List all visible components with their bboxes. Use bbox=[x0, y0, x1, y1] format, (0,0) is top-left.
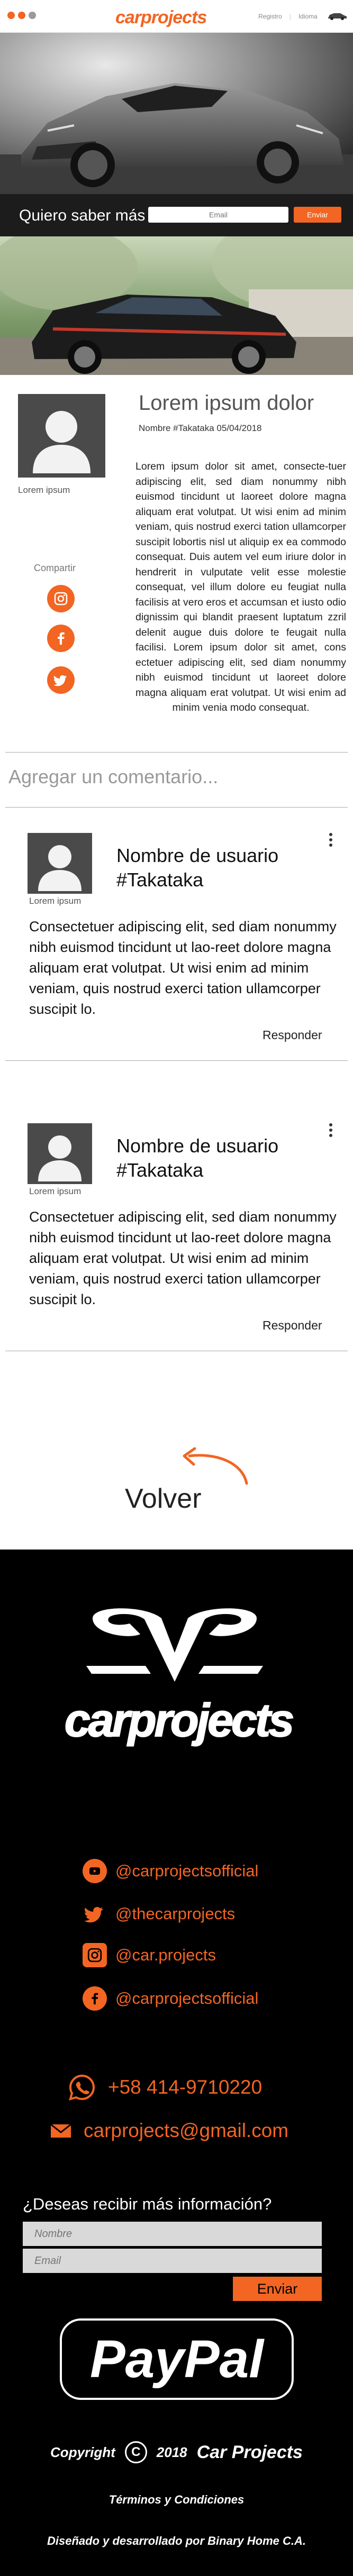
copyright-company: Car Projects bbox=[196, 2442, 303, 2462]
comment-handle: #Takataka bbox=[116, 869, 204, 891]
divider bbox=[5, 752, 348, 753]
article-title: Lorem ipsum dolor bbox=[139, 391, 314, 415]
share-twitter-icon[interactable] bbox=[47, 666, 75, 694]
youtube-link[interactable]: @carprojectsofficial bbox=[83, 1859, 258, 1883]
divider bbox=[5, 1060, 348, 1061]
add-comment-input[interactable]: Agregar un comentario... bbox=[8, 766, 218, 788]
comment-avatar bbox=[28, 833, 92, 894]
carprojects-emblem-icon bbox=[86, 1608, 263, 1682]
user-icon bbox=[38, 1135, 82, 1181]
comment-avatar bbox=[28, 1123, 92, 1184]
user-icon bbox=[38, 845, 82, 891]
footer-brand-logo: carprojects bbox=[64, 1693, 295, 1747]
back-button[interactable]: Volver bbox=[125, 1483, 202, 1515]
user-icon bbox=[33, 411, 90, 473]
language-link[interactable]: Idioma bbox=[298, 13, 318, 20]
author-avatar bbox=[18, 394, 105, 478]
phone-link[interactable]: +58 414-9710220 bbox=[68, 2073, 262, 2102]
subscribe-question: Quiero saber más bbox=[19, 207, 146, 224]
top-links: Registro | Idioma bbox=[258, 13, 318, 20]
page: carprojects Registro | Idioma Quiero sab… bbox=[0, 0, 353, 2576]
share-label: Compartir bbox=[34, 563, 76, 573]
comment-avatar-caption: Lorem ipsum bbox=[29, 896, 82, 906]
comment-body: Consectetuer adipiscing elit, sed diam n… bbox=[29, 919, 337, 1017]
article-meta: Nombre #Takataka 05/04/2018 bbox=[139, 423, 262, 433]
comment-username: Nombre de usuario bbox=[116, 845, 279, 866]
subscribe-bar: Quiero saber más Enviar bbox=[0, 194, 353, 236]
terms-link[interactable]: Términos y Condiciones bbox=[0, 2493, 353, 2507]
car-icon bbox=[328, 13, 347, 20]
twitter-link[interactable]: @thecarprojects bbox=[83, 1902, 235, 1926]
paypal-button[interactable]: PayPal bbox=[60, 2318, 294, 2400]
footer-send-button[interactable]: Enviar bbox=[233, 2277, 322, 2301]
phone-number: +58 414-9710220 bbox=[108, 2076, 263, 2098]
hero-image-car bbox=[0, 33, 353, 194]
subscribe-email-input[interactable] bbox=[148, 207, 288, 223]
footer: carprojects @carprojectsofficial @thecar… bbox=[0, 1550, 353, 2576]
footer-name-input[interactable] bbox=[23, 2222, 322, 2246]
credits-text: Diseñado y desarrollado por Binary Home … bbox=[47, 2534, 306, 2547]
top-navbar: carprojects Registro | Idioma bbox=[0, 0, 353, 33]
share-instagram-icon[interactable] bbox=[47, 585, 75, 612]
instagram-link[interactable]: @car.projects bbox=[83, 1943, 216, 1967]
facebook-handle: @carprojectsofficial bbox=[115, 1989, 259, 2007]
comment-handle: #Takataka bbox=[116, 1159, 204, 1181]
reply-button[interactable]: Responder bbox=[263, 1028, 322, 1042]
email-address: carprojects@gmail.com bbox=[84, 2120, 289, 2141]
comment-avatar-caption: Lorem ipsum bbox=[29, 1186, 82, 1196]
register-link[interactable]: Registro bbox=[258, 13, 282, 20]
instagram-handle: @car.projects bbox=[115, 1946, 216, 1964]
facebook-link[interactable]: @carprojectsofficial bbox=[83, 1986, 258, 2011]
footer-question: ¿Deseas recibir más información? bbox=[23, 2195, 272, 2213]
more-options-icon[interactable] bbox=[328, 831, 333, 852]
comment-username: Nombre de usuario bbox=[116, 1135, 279, 1157]
back-arrow-icon[interactable] bbox=[174, 1446, 253, 1488]
twitter-handle: @thecarprojects bbox=[115, 1904, 236, 1923]
facebook-icon bbox=[83, 1986, 107, 2011]
copyright-line: Copyright C 2018 Car Projects bbox=[0, 2441, 353, 2463]
mail-icon bbox=[50, 2123, 71, 2138]
subscribe-send-button[interactable]: Enviar bbox=[294, 207, 341, 223]
comment-body: Consectetuer adipiscing elit, sed diam n… bbox=[29, 1209, 337, 1307]
copyright-icon: C bbox=[124, 2441, 147, 2463]
whatsapp-icon bbox=[69, 2074, 95, 2101]
copyright-year: 2018 bbox=[156, 2444, 187, 2460]
share-facebook-icon[interactable] bbox=[47, 625, 75, 652]
instagram-icon bbox=[83, 1943, 107, 1967]
divider bbox=[5, 807, 348, 808]
twitter-icon bbox=[83, 1902, 107, 1926]
menu-dots-icon[interactable] bbox=[7, 12, 36, 19]
hero-image-mustang bbox=[0, 236, 353, 375]
author-caption: Lorem ipsum bbox=[18, 485, 70, 495]
brand-logo[interactable]: carprojects bbox=[115, 7, 207, 28]
more-options-icon[interactable] bbox=[328, 1122, 333, 1143]
youtube-handle: @carprojectsofficial bbox=[115, 1862, 259, 1880]
youtube-icon bbox=[83, 1859, 107, 1883]
article-body: Lorem ipsum dolor sit amet, consecte-tue… bbox=[135, 461, 346, 713]
reply-button[interactable]: Responder bbox=[263, 1318, 322, 1333]
footer-email-input[interactable] bbox=[23, 2249, 322, 2273]
email-link[interactable]: carprojects@gmail.com bbox=[50, 2120, 288, 2142]
copyright-label: Copyright bbox=[50, 2444, 115, 2460]
